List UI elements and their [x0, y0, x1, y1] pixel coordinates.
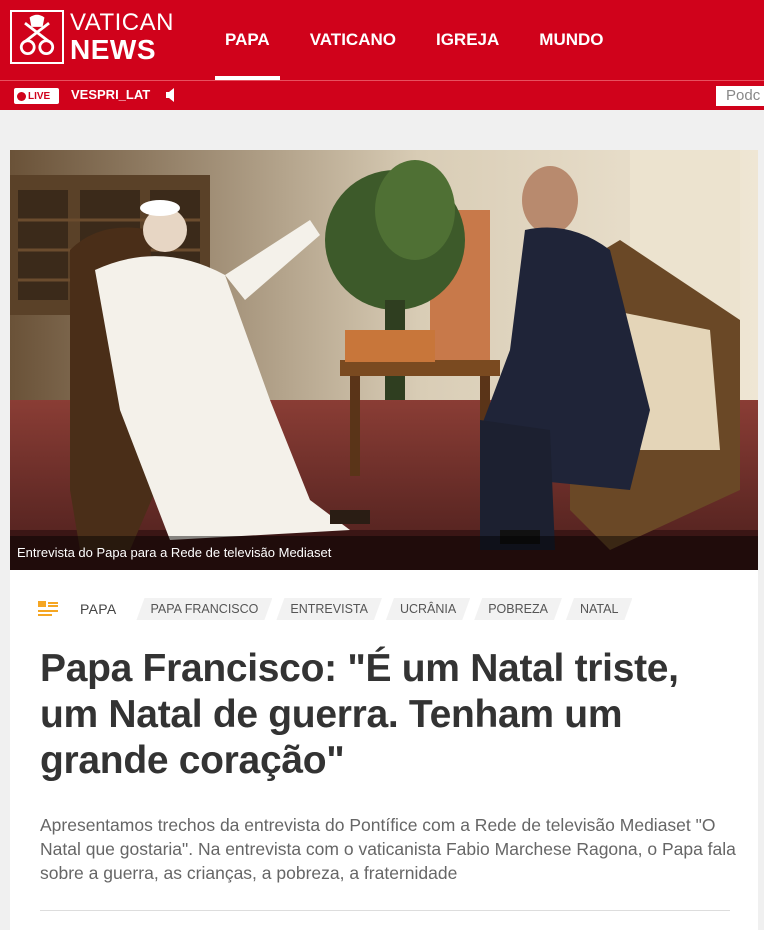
live-badge[interactable]: LIVE: [14, 88, 59, 104]
article-lead: Apresentamos trechos da entrevista do Po…: [40, 815, 736, 883]
image-caption: Entrevista do Papa para a Rede de televi…: [10, 536, 758, 570]
article-photo[interactable]: Entrevista do Papa para a Rede de televi…: [10, 150, 758, 570]
tag-row: PAPA PAPA FRANCISCO ENTREVISTA UCRÂNIA P…: [38, 598, 636, 620]
logo-line-vatican: VATICAN: [70, 9, 174, 36]
tag-pobreza[interactable]: POBREZA: [474, 598, 562, 620]
vatican-keys-logo-icon[interactable]: [10, 10, 64, 64]
radio-bar: LIVE VESPRI_LAT Podc: [0, 80, 764, 110]
main-nav: PAPA VATICANO IGREJA MUNDO: [215, 0, 634, 80]
live-dot-icon: [17, 91, 26, 101]
logo-line-news: NEWS: [70, 34, 156, 65]
site-header: VATICAN NEWS PAPA VATICANO IGREJA MUNDO: [0, 0, 764, 80]
radio-program-label[interactable]: VESPRI_LAT: [71, 87, 150, 102]
nav-item-vaticano[interactable]: VATICANO: [300, 0, 406, 80]
interview-scene-image: [10, 150, 758, 570]
news-article-icon: [38, 601, 58, 616]
podcast-button[interactable]: Podc: [716, 86, 764, 106]
tag-papa-francisco[interactable]: PAPA FRANCISCO: [136, 598, 272, 620]
tag-ucrania[interactable]: UCRÂNIA: [386, 598, 470, 620]
nav-item-mundo[interactable]: MUNDO: [529, 0, 613, 80]
divider: [40, 910, 730, 911]
speaker-icon[interactable]: [165, 87, 179, 103]
site-logo[interactable]: VATICAN NEWS: [70, 10, 174, 64]
tag-entrevista[interactable]: ENTREVISTA: [276, 598, 382, 620]
article-card: Entrevista do Papa para a Rede de televi…: [10, 150, 758, 930]
section-label[interactable]: PAPA: [80, 601, 116, 617]
tag-natal[interactable]: NATAL: [566, 598, 632, 620]
nav-item-igreja[interactable]: IGREJA: [426, 0, 509, 80]
article-title: Papa Francisco: "É um Natal triste, um N…: [40, 647, 679, 782]
live-label: LIVE: [28, 90, 51, 102]
nav-item-papa[interactable]: PAPA: [215, 0, 280, 80]
